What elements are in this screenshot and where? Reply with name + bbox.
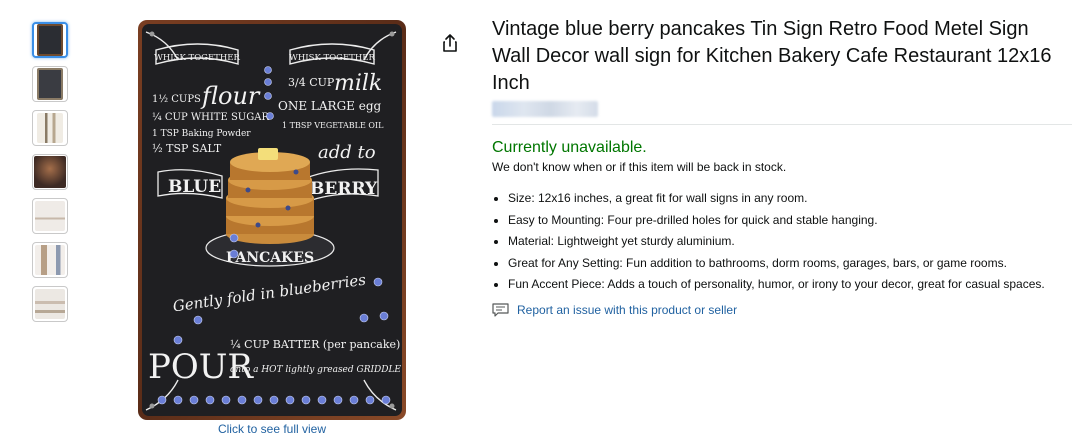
blueberry-row	[157, 395, 391, 405]
report-issue-link[interactable]: Report an issue with this product or sel…	[492, 303, 1072, 317]
sign-salt: ½ TSP SALT	[152, 142, 222, 155]
product-title: Vintage blue berry pancakes Tin Sign Ret…	[492, 18, 1052, 94]
sign-pancakes: PANCAKES	[226, 250, 314, 266]
thumbnail-list	[32, 22, 70, 330]
sign-flour-amount: 1½ CUPS	[152, 94, 201, 105]
feature-bullet: Fun Accent Piece: Adds a touch of person…	[508, 277, 1072, 292]
thumbnail-1[interactable]	[32, 22, 68, 58]
thumbnail-7[interactable]	[32, 286, 68, 322]
thumbnail-5[interactable]	[32, 198, 68, 234]
report-message-icon	[492, 303, 509, 317]
pancake-sign-image: WHISK TOGETHER WHISK TOGETHER 1½ CUPS fl…	[138, 20, 406, 420]
sign-batter: ¼ CUP BATTER (per pancake)	[230, 338, 400, 351]
feature-bullet: Easy to Mounting: Four pre-drilled holes…	[508, 213, 1072, 228]
share-icon[interactable]	[440, 33, 460, 53]
feature-bullet: Great for Any Setting: Fun addition to b…	[508, 256, 1072, 271]
sign-milk: milk	[334, 71, 382, 96]
thumbnail-1-image	[37, 24, 63, 56]
thumbnail-4[interactable]	[32, 154, 68, 190]
sign-milk-amount: 3/4 CUP	[288, 76, 335, 89]
obscured-byline	[492, 101, 598, 117]
product-info: Vintage blue berry pancakes Tin Sign Ret…	[492, 16, 1072, 317]
feature-bullets: Size: 12x16 inches, a great fit for wall…	[492, 191, 1072, 292]
thumbnail-4-image	[34, 156, 66, 188]
thumbnail-6-image	[35, 245, 65, 275]
thumbnail-2-image	[37, 68, 63, 100]
full-view-link[interactable]: Click to see full view	[138, 422, 406, 436]
sign-baking-powder: 1 TSP Baking Powder	[152, 129, 251, 139]
stock-note: We don't know when or if this item will …	[492, 160, 787, 174]
sign-berry: BERRY	[310, 179, 378, 199]
thumbnail-3[interactable]	[32, 110, 68, 146]
sign-onto-hot: onto a HOT lightly greased GRIDDLE	[230, 365, 401, 375]
title-divider	[492, 124, 1072, 125]
sign-whisk-left: WHISK TOGETHER	[154, 53, 240, 63]
sign-egg: ONE LARGE egg	[278, 99, 382, 113]
sign-flour: flour	[200, 82, 261, 110]
sign-sugar: ¼ CUP WHITE SUGAR	[152, 112, 269, 123]
feature-bullet: Size: 12x16 inches, a great fit for wall…	[508, 191, 1072, 206]
thumbnail-3-image	[37, 113, 63, 143]
availability-status: Currently unavailable.	[492, 139, 647, 156]
sign-add-to: add to	[318, 142, 376, 163]
main-product-image[interactable]: WHISK TOGETHER WHISK TOGETHER 1½ CUPS fl…	[138, 20, 406, 420]
sign-blue: BLUE	[168, 177, 221, 197]
thumbnail-6[interactable]	[32, 242, 68, 278]
thumbnail-7-image	[35, 289, 65, 319]
sign-whisk-right: WHISK TOGETHER	[289, 53, 375, 63]
feature-bullet: Material: Lightweight yet sturdy alumini…	[508, 234, 1072, 249]
report-issue-text: Report an issue with this product or sel…	[517, 303, 738, 317]
sign-oil: 1 TBSP VEGETABLE OIL	[282, 121, 384, 130]
thumbnail-5-image	[35, 201, 65, 231]
thumbnail-2[interactable]	[32, 66, 68, 102]
